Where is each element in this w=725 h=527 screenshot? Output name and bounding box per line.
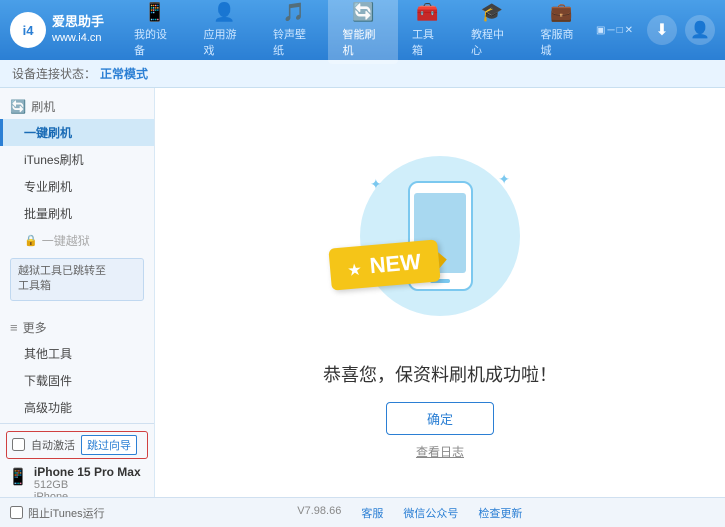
header: i4 爱思助手 www.i4.cn 📱 我的设备 👤 应用游戏 🎵 铃声壁纸 🔄 xyxy=(0,0,725,60)
tools-icon: 🧰 xyxy=(416,2,438,23)
auto-row-wrapper: 自动激活 跳过向导 xyxy=(6,431,148,459)
guide-skip-button[interactable]: 跳过向导 xyxy=(81,435,137,455)
user-button[interactable]: 👤 xyxy=(685,15,715,45)
new-label: NEW xyxy=(369,248,422,277)
flash-section-header: 🔄 刷机 xyxy=(0,94,154,119)
jailbreak-label: 一键越狱 xyxy=(42,232,90,249)
logo: i4 爱思助手 www.i4.cn xyxy=(10,12,120,48)
device-item: 📱 iPhone 15 Pro Max 512GB iPhone xyxy=(0,462,154,497)
footer: 阻止iTunes运行 V7.98.66 客服 微信公众号 检查更新 xyxy=(0,497,725,527)
sidebar-item-other-tools[interactable]: 其他工具 xyxy=(0,340,154,367)
one-click-flash-label: 一键刷机 xyxy=(24,126,72,140)
download-firmware-label: 下载固件 xyxy=(24,374,72,388)
brand-name: 爱思助手 xyxy=(52,13,104,31)
other-tools-label: 其他工具 xyxy=(24,347,72,361)
nav-tab-tutorials-label: 教程中心 xyxy=(471,26,512,58)
status-label: 设备连接状态： xyxy=(12,65,96,82)
more-section: ≡ 更多 其他工具 下载固件 高级功能 xyxy=(0,315,154,421)
header-right: ▣ ─ □ ✕ ⬇ 👤 xyxy=(596,15,715,45)
nav-tab-apps[interactable]: 👤 应用游戏 xyxy=(189,0,258,64)
auto-activate-label: 自动激活 xyxy=(31,437,75,453)
sidebar-content: 🔄 刷机 一键刷机 iTunes刷机 专业刷机 批量刷机 xyxy=(0,94,154,491)
version-label: V7.98.66 xyxy=(297,505,341,521)
sidebar: 🔄 刷机 一键刷机 iTunes刷机 专业刷机 批量刷机 xyxy=(0,88,155,497)
nav-tab-my-device[interactable]: 📱 我的设备 xyxy=(120,0,189,64)
footer-center: V7.98.66 客服 微信公众号 检查更新 xyxy=(105,505,715,521)
lock-icon: 🔒 xyxy=(24,234,38,247)
stop-itunes-label: 阻止iTunes运行 xyxy=(28,505,105,521)
device-name: iPhone 15 Pro Max xyxy=(34,465,141,479)
flash-icon: 🔄 xyxy=(352,2,374,23)
new-banner: NEW xyxy=(328,239,440,290)
footer-link-service[interactable]: 客服 xyxy=(361,505,383,521)
sidebar-note: 越狱工具已跳转至工具箱 xyxy=(10,258,144,301)
sidebar-item-jailbreak: 🔒 一键越狱 xyxy=(0,227,154,254)
more-label: 更多 xyxy=(23,319,47,336)
batch-flash-label: 批量刷机 xyxy=(24,207,72,221)
itunes-flash-label: iTunes刷机 xyxy=(24,153,84,167)
success-text: 恭喜您，保资料刷机成功啦！ xyxy=(323,361,557,387)
flash-section: 🔄 刷机 一键刷机 iTunes刷机 专业刷机 批量刷机 xyxy=(0,94,154,305)
footer-link-update[interactable]: 检查更新 xyxy=(478,505,522,521)
sidebar-item-batch-flash[interactable]: 批量刷机 xyxy=(0,200,154,227)
log-link[interactable]: 查看日志 xyxy=(416,443,464,460)
service-icon: 💼 xyxy=(550,2,572,23)
sub-header: 设备连接状态： 正常模式 xyxy=(0,60,725,88)
nav-tab-my-device-label: 我的设备 xyxy=(134,26,175,58)
sidebar-note-text: 越狱工具已跳转至工具箱 xyxy=(18,265,106,292)
apps-icon: 👤 xyxy=(213,2,235,23)
device-type: iPhone xyxy=(34,491,141,497)
nav-tab-tutorials[interactable]: 🎓 教程中心 xyxy=(457,0,526,64)
nav-tab-tools[interactable]: 🧰 工具箱 xyxy=(398,0,457,64)
auto-activate-checkbox[interactable] xyxy=(12,438,25,451)
pro-flash-label: 专业刷机 xyxy=(24,180,72,194)
nav-tabs: 📱 我的设备 👤 应用游戏 🎵 铃声壁纸 🔄 智能刷机 🧰 工具箱 🎓 xyxy=(120,0,596,64)
flash-section-icon: 🔄 xyxy=(10,99,26,115)
nav-tab-apps-label: 应用游戏 xyxy=(203,26,244,58)
illustration: ✦ ✦ ✦ NEW xyxy=(340,126,540,346)
ringtone-icon: 🎵 xyxy=(283,2,305,23)
flash-section-label: 刷机 xyxy=(31,98,55,115)
nav-tab-ringtone-label: 铃声壁纸 xyxy=(273,26,314,58)
nav-tab-tools-label: 工具箱 xyxy=(412,26,443,58)
phone-circle: ✦ ✦ ✦ xyxy=(360,156,520,316)
logo-url: www.i4.cn xyxy=(52,31,104,46)
my-device-icon: 📱 xyxy=(144,2,166,23)
more-section-header: ≡ 更多 xyxy=(0,315,154,340)
more-icon: ≡ xyxy=(10,320,18,335)
main-content: ✦ ✦ ✦ NEW 恭喜您，保资料刷机成功啦！ 确定 查看日志 xyxy=(155,88,725,497)
nav-tab-flash-label: 智能刷机 xyxy=(342,26,383,58)
device-info: iPhone 15 Pro Max 512GB iPhone xyxy=(34,465,141,497)
device-phone-icon: 📱 xyxy=(8,467,28,487)
device-storage: 512GB xyxy=(34,479,141,491)
tutorials-icon: 🎓 xyxy=(481,2,503,23)
logo-icon-text: i4 xyxy=(23,23,34,38)
sidebar-item-one-click-flash[interactable]: 一键刷机 xyxy=(0,119,154,146)
sparkle-tr: ✦ xyxy=(498,171,510,188)
nav-tab-flash[interactable]: 🔄 智能刷机 xyxy=(328,0,397,64)
logo-icon: i4 xyxy=(10,12,46,48)
footer-left: 阻止iTunes运行 xyxy=(10,505,105,521)
main-layout: 🔄 刷机 一键刷机 iTunes刷机 专业刷机 批量刷机 xyxy=(0,88,725,497)
nav-tab-service[interactable]: 💼 客服商城 xyxy=(527,0,596,64)
sidebar-item-itunes-flash[interactable]: iTunes刷机 xyxy=(0,146,154,173)
confirm-button[interactable]: 确定 xyxy=(386,402,494,435)
sidebar-item-pro-flash[interactable]: 专业刷机 xyxy=(0,173,154,200)
stop-itunes-checkbox[interactable] xyxy=(10,506,23,519)
footer-link-wechat[interactable]: 微信公众号 xyxy=(403,505,458,521)
nav-tab-service-label: 客服商城 xyxy=(541,26,582,58)
download-button[interactable]: ⬇ xyxy=(647,15,677,45)
sidebar-item-download-firmware[interactable]: 下载固件 xyxy=(0,367,154,394)
sidebar-item-advanced[interactable]: 高级功能 xyxy=(0,394,154,421)
status-value: 正常模式 xyxy=(100,65,148,82)
advanced-label: 高级功能 xyxy=(24,401,72,415)
sparkle-tl: ✦ xyxy=(370,176,382,193)
device-section: 自动激活 跳过向导 📱 iPhone 15 Pro Max 512GB iPho… xyxy=(0,423,154,497)
nav-tab-ringtone[interactable]: 🎵 铃声壁纸 xyxy=(259,0,328,64)
logo-text: 爱思助手 www.i4.cn xyxy=(52,13,104,47)
